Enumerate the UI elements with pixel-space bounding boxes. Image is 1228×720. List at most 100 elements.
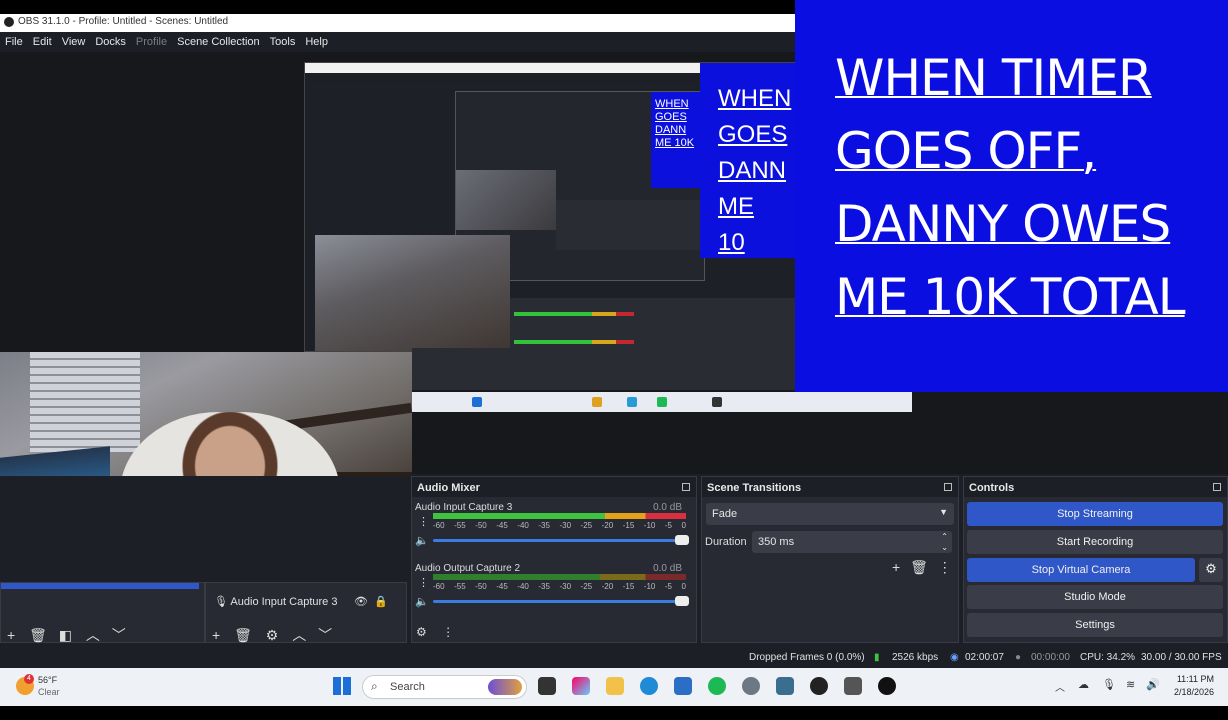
studio-mode-button[interactable]: Studio Mode bbox=[967, 585, 1223, 609]
chevron-up-icon[interactable]: ︿ bbox=[1055, 679, 1065, 694]
duration-spinbox[interactable]: 350 ms ⌃ ⌄ bbox=[752, 531, 952, 553]
spotify-icon[interactable] bbox=[708, 677, 726, 695]
nested-banner-small: WHEN GOES DANN ME 10K bbox=[651, 92, 706, 188]
mixer-menu-icon[interactable]: ⋮ bbox=[442, 625, 454, 639]
tick: -20 bbox=[601, 582, 614, 591]
source-item-audio-input[interactable]: 🎙 Audio Input Capture 3 bbox=[214, 595, 337, 608]
remove-transition-icon[interactable]: 🗑 bbox=[910, 559, 928, 575]
menu-view[interactable]: View bbox=[57, 32, 91, 52]
cloud-icon[interactable]: ☁ bbox=[1078, 678, 1089, 691]
filter-scene-icon[interactable]: ◧ bbox=[59, 627, 72, 643]
settings-button[interactable]: Settings bbox=[967, 613, 1223, 637]
audio-mixer-dock: Audio Mixer Audio Input Capture 3 0.0 dB… bbox=[411, 476, 697, 643]
move-up-icon[interactable]: ︿ bbox=[86, 627, 100, 643]
store-icon[interactable] bbox=[674, 677, 692, 695]
taskbar-clock[interactable]: 11:11 PM 2/18/2026 bbox=[1174, 673, 1214, 699]
channel-menu-icon[interactable]: ⋮ bbox=[418, 576, 429, 589]
microphone-icon: 🎙 bbox=[214, 596, 228, 608]
lock-icon[interactable]: 🔒 bbox=[374, 595, 388, 608]
move-down-icon[interactable]: ﹀ bbox=[112, 627, 126, 643]
clock-date: 2/18/2026 bbox=[1173, 687, 1214, 697]
nested-start-icon bbox=[472, 397, 482, 407]
tick: -25 bbox=[580, 521, 593, 530]
nested-line-4: ME 10 bbox=[718, 193, 754, 256]
menu-file[interactable]: File bbox=[0, 32, 28, 52]
menu-scene-collection[interactable]: Scene Collection bbox=[172, 32, 265, 52]
stop-virtual-camera-button[interactable]: Stop Virtual Camera bbox=[967, 558, 1195, 582]
menu-profile[interactable]: Profile bbox=[131, 32, 172, 52]
menu-bar: File Edit View Docks Profile Scene Collection… bbox=[0, 32, 795, 52]
visibility-eye-icon[interactable]: 👁 bbox=[354, 595, 368, 608]
move-down-icon[interactable]: ﹀ bbox=[318, 627, 332, 643]
slider-handle[interactable] bbox=[675, 596, 689, 606]
add-source-icon[interactable]: + bbox=[212, 627, 220, 643]
remove-scene-icon[interactable]: 🗑 bbox=[29, 627, 47, 643]
tick: -50 bbox=[475, 582, 487, 591]
scene-transitions-title: Scene Transitions bbox=[707, 482, 802, 494]
nested-banner: WHEN GOES DANN ME 10 bbox=[700, 63, 797, 258]
add-scene-icon[interactable]: + bbox=[7, 627, 15, 643]
letterbox-bottom bbox=[0, 706, 1228, 720]
nested-mixer bbox=[510, 298, 797, 351]
obs-taskbar-icon[interactable] bbox=[810, 677, 828, 695]
tick: 0 bbox=[681, 582, 686, 591]
app-icon[interactable] bbox=[776, 677, 794, 695]
advanced-audio-gear-icon[interactable]: ⚙ bbox=[416, 625, 427, 639]
undock-icon[interactable] bbox=[682, 483, 690, 491]
undock-icon[interactable] bbox=[1213, 483, 1221, 491]
volume-slider[interactable] bbox=[433, 535, 689, 545]
scene-selected-item[interactable] bbox=[1, 583, 199, 589]
virtual-camera-gear-icon[interactable]: ⚙ bbox=[1199, 558, 1223, 582]
tick: -15 bbox=[622, 582, 635, 591]
snipping-tool-icon[interactable] bbox=[844, 677, 862, 695]
tick: -25 bbox=[580, 582, 593, 591]
copilot-icon[interactable] bbox=[572, 677, 590, 695]
record-icon: ● bbox=[1015, 652, 1022, 663]
volume-slider[interactable] bbox=[433, 596, 689, 606]
tick: -15 bbox=[622, 521, 635, 530]
weather-widget[interactable]: 56°F Clear bbox=[38, 674, 60, 698]
status-bar: Dropped Frames 0 (0.0%) ▮ 2526 kbps ◉ 02… bbox=[0, 648, 1228, 668]
chevron-down-icon: ▼ bbox=[939, 507, 948, 517]
stepper-icon[interactable]: ⌃ ⌄ bbox=[941, 531, 948, 553]
obs-logo-icon bbox=[4, 17, 14, 27]
stop-streaming-button[interactable]: Stop Streaming bbox=[967, 502, 1223, 526]
source-settings-gear-icon[interactable]: ⚙ bbox=[266, 627, 279, 643]
menu-docks[interactable]: Docks bbox=[90, 32, 131, 52]
channel-db: 0.0 dB bbox=[653, 502, 682, 513]
nested-app-icon bbox=[712, 397, 722, 407]
microphone-icon[interactable]: 🎙 bbox=[1102, 678, 1116, 691]
move-up-icon[interactable]: ︿ bbox=[292, 627, 306, 643]
transition-select[interactable]: Fade ▼ bbox=[706, 503, 954, 525]
windows-start-icon[interactable] bbox=[333, 677, 351, 695]
sources-toolbar: + 🗑 ⚙ ︿ ﹀ bbox=[212, 625, 332, 645]
add-transition-icon[interactable]: + bbox=[892, 559, 900, 575]
menu-help[interactable]: Help bbox=[300, 32, 333, 52]
banner-line-4: ME 10K TOTAL bbox=[835, 268, 1186, 326]
file-explorer-icon[interactable] bbox=[606, 677, 624, 695]
remove-source-icon[interactable]: 🗑 bbox=[234, 627, 252, 643]
speaker-icon[interactable]: 🔈 bbox=[415, 534, 429, 547]
nested-preview: WHEN GOES DANN ME 10K WHEN GOES DANN ME … bbox=[304, 62, 798, 352]
taskbar-search[interactable]: ⌕ Search bbox=[362, 675, 527, 699]
speaker-icon[interactable]: 🔈 bbox=[415, 595, 429, 608]
task-view-icon[interactable] bbox=[538, 677, 556, 695]
wifi-icon[interactable]: ≋ bbox=[1126, 678, 1135, 691]
duration-value: 350 ms bbox=[758, 536, 795, 548]
mixer-channel: Audio Input Capture 3 0.0 dB ⋮ -60 -55 -50… bbox=[412, 499, 696, 559]
search-highlight-icon bbox=[488, 679, 522, 695]
menu-edit[interactable]: Edit bbox=[28, 32, 57, 52]
settings-gear-icon[interactable] bbox=[742, 677, 760, 695]
transition-menu-icon[interactable]: ⋮ bbox=[938, 559, 952, 575]
start-recording-button[interactable]: Start Recording bbox=[967, 530, 1223, 554]
channel-menu-icon[interactable]: ⋮ bbox=[418, 515, 429, 528]
media-player-icon[interactable] bbox=[878, 677, 896, 695]
edge-icon[interactable] bbox=[640, 677, 658, 695]
undock-icon[interactable] bbox=[944, 483, 952, 491]
stream-time: 02:00:07 bbox=[965, 652, 1004, 663]
menu-tools[interactable]: Tools bbox=[265, 32, 301, 52]
slider-handle[interactable] bbox=[675, 535, 689, 545]
sources-dock: 🎙 Audio Input Capture 3 👁 🔒 + 🗑 ⚙ ︿ ﹀ bbox=[205, 582, 407, 643]
search-placeholder: Search bbox=[390, 681, 425, 693]
volume-icon[interactable]: 🔊 bbox=[1146, 678, 1160, 691]
